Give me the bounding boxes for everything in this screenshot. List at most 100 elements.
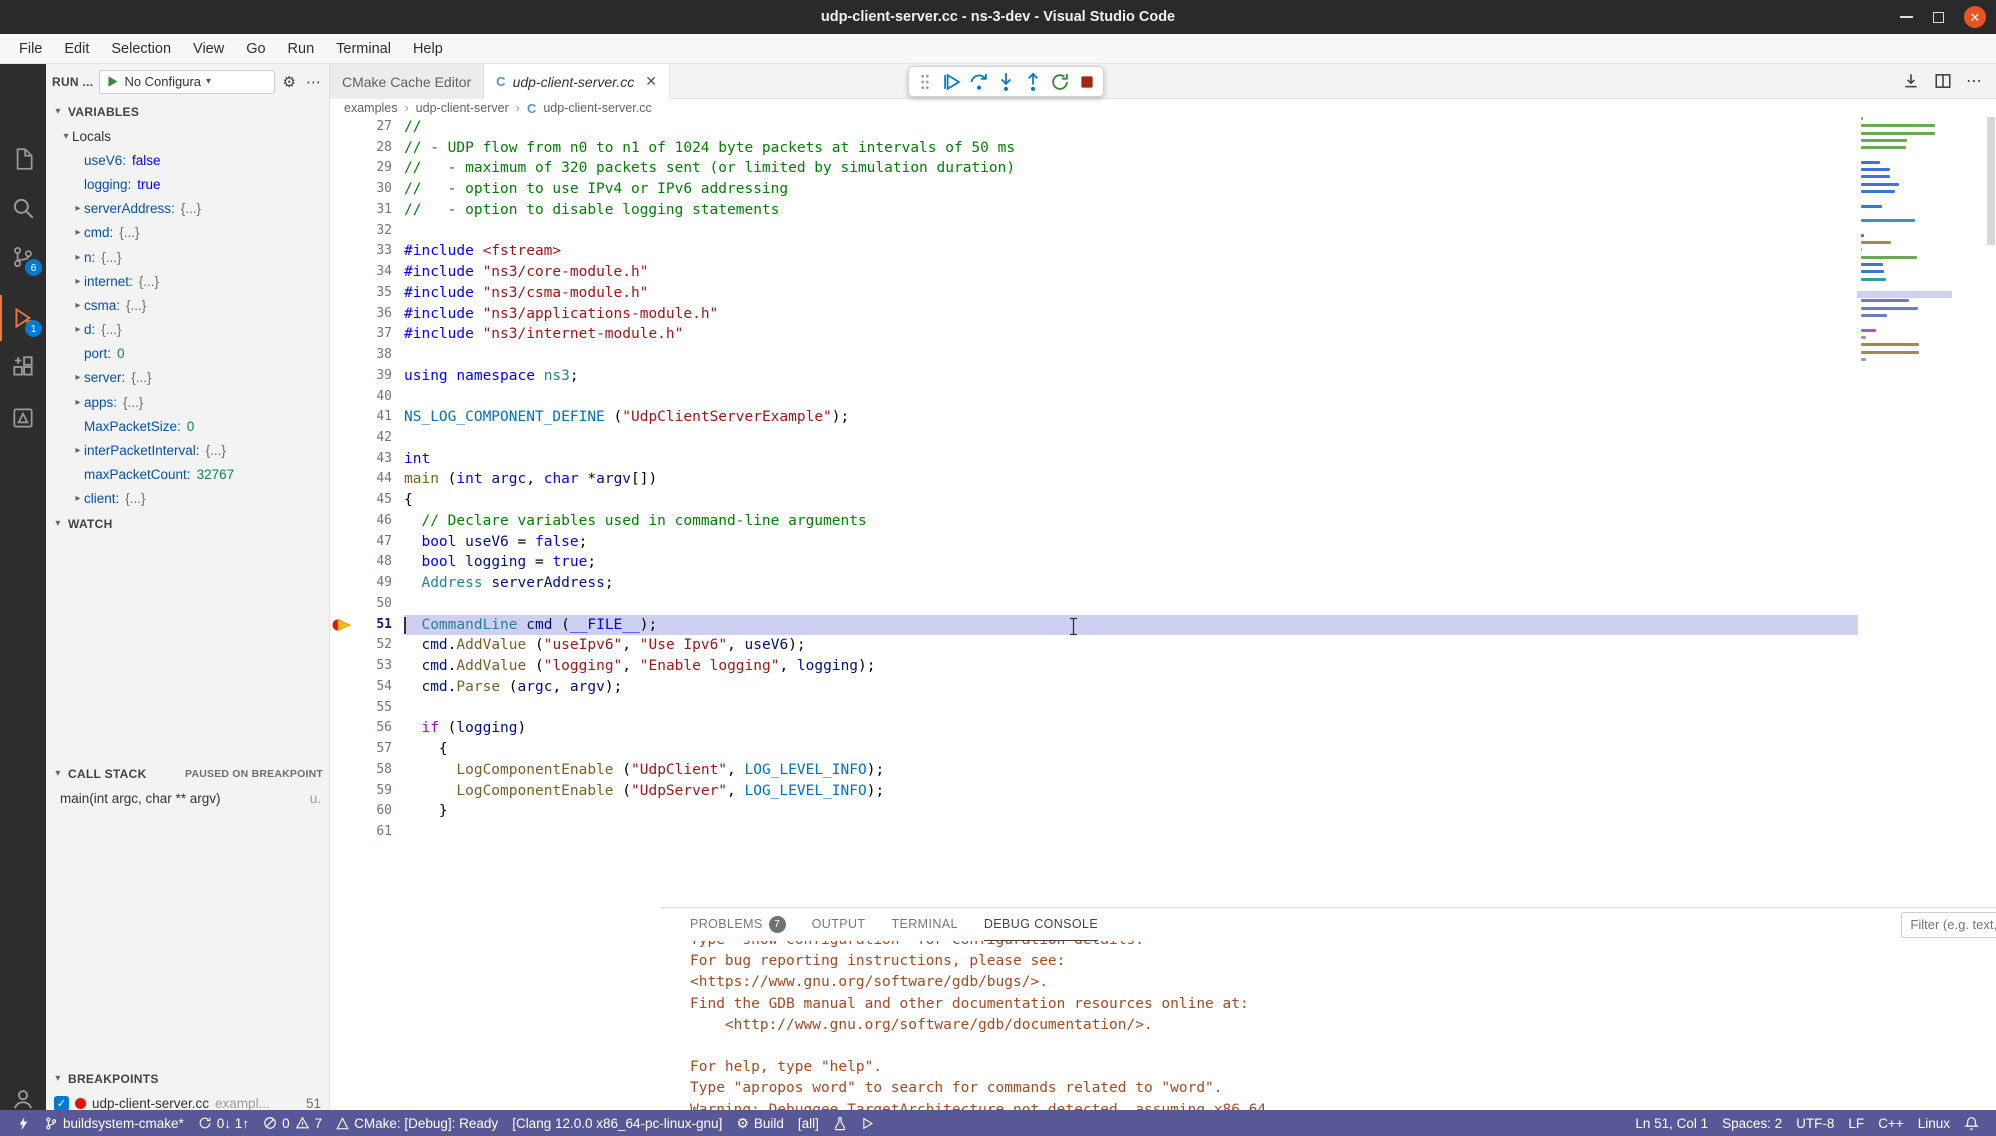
- gutter-glyph-margin[interactable]: [330, 117, 358, 138]
- variable-row[interactable]: ▸csma:{...}: [46, 293, 329, 317]
- gutter-glyph-margin[interactable]: [330, 677, 358, 698]
- gutter-glyph-margin[interactable]: [330, 801, 358, 822]
- line-number[interactable]: 60: [358, 801, 392, 822]
- gutter-glyph-margin[interactable]: [330, 428, 358, 449]
- line-number[interactable]: 61: [358, 822, 392, 843]
- gutter-glyph-margin[interactable]: [330, 324, 358, 345]
- sync-changes-item[interactable]: 0↓ 1↑: [191, 1116, 256, 1131]
- gutter-glyph-margin[interactable]: [330, 179, 358, 200]
- step-into-button[interactable]: [994, 70, 1018, 94]
- line-number[interactable]: 48: [358, 552, 392, 573]
- maximize-button[interactable]: [1933, 12, 1944, 23]
- tab-cmake-cache-editor[interactable]: CMake Cache Editor: [330, 64, 484, 99]
- expand-icon[interactable]: ▸: [72, 252, 84, 263]
- variable-row[interactable]: ▸interPacketInterval:{...}: [46, 438, 329, 462]
- cmake-kit-item[interactable]: [Clang 12.0.0 x86_64-pc-linux-gnu]: [505, 1116, 729, 1131]
- more-actions-icon[interactable]: ⋯: [304, 73, 323, 91]
- gutter-glyph-margin[interactable]: [330, 656, 358, 677]
- gutter-glyph-margin[interactable]: [330, 241, 358, 262]
- line-number[interactable]: 42: [358, 428, 392, 449]
- expand-icon[interactable]: ▸: [72, 324, 84, 335]
- gutter-glyph-margin[interactable]: [330, 449, 358, 470]
- code-line[interactable]: 57 {: [330, 739, 1996, 760]
- code-line[interactable]: 43int: [330, 449, 1996, 470]
- eol-item[interactable]: LF: [1841, 1116, 1871, 1131]
- gutter-glyph-margin[interactable]: [330, 366, 358, 387]
- expand-icon[interactable]: ▸: [72, 445, 84, 456]
- expand-icon[interactable]: ▸: [72, 203, 84, 214]
- variable-row[interactable]: logging:true: [46, 172, 329, 196]
- line-number[interactable]: 37: [358, 324, 392, 345]
- gutter-glyph-margin[interactable]: [330, 718, 358, 739]
- console-filter-input[interactable]: [1901, 912, 1996, 938]
- code-line[interactable]: 46 // Declare variables used in command-…: [330, 511, 1996, 532]
- line-number[interactable]: 47: [358, 532, 392, 553]
- encoding-item[interactable]: UTF-8: [1789, 1116, 1841, 1131]
- code-line[interactable]: 35#include "ns3/csma-module.h": [330, 283, 1996, 304]
- menu-selection[interactable]: Selection: [100, 37, 182, 61]
- minimize-button[interactable]: [1900, 16, 1913, 18]
- variable-row[interactable]: maxPacketCount:32767: [46, 463, 329, 487]
- gutter-glyph-margin[interactable]: [330, 407, 358, 428]
- code-line[interactable]: 37#include "ns3/internet-module.h": [330, 324, 1996, 345]
- line-number[interactable]: 40: [358, 387, 392, 408]
- breakpoints-section-header[interactable]: ▾ BREAKPOINTS: [46, 1066, 329, 1091]
- line-number[interactable]: 57: [358, 739, 392, 760]
- code-line[interactable]: 33#include <fstream>: [330, 241, 1996, 262]
- menu-edit[interactable]: Edit: [53, 37, 100, 61]
- code-line[interactable]: 51 CommandLine cmd (__FILE__);: [330, 615, 1996, 636]
- gutter-glyph-margin[interactable]: [330, 552, 358, 573]
- close-button[interactable]: ✕: [1964, 6, 1986, 28]
- breadcrumb-examples[interactable]: examples: [344, 101, 398, 115]
- gutter-glyph-margin[interactable]: [330, 511, 358, 532]
- code-line[interactable]: 39using namespace ns3;: [330, 366, 1996, 387]
- code-line[interactable]: 49 Address serverAddress;: [330, 573, 1996, 594]
- expand-icon[interactable]: ▸: [72, 493, 84, 504]
- line-number[interactable]: 44: [358, 469, 392, 490]
- line-number[interactable]: 29: [358, 158, 392, 179]
- gutter-glyph-margin[interactable]: [330, 822, 358, 843]
- code-line[interactable]: 27//: [330, 117, 1996, 138]
- code-line[interactable]: 58 LogComponentEnable ("UdpClient", LOG_…: [330, 760, 1996, 781]
- gutter-glyph-margin[interactable]: [330, 221, 358, 242]
- locals-scope-row[interactable]: ▾ Locals: [46, 124, 329, 148]
- gutter-glyph-margin[interactable]: [330, 490, 358, 511]
- variable-row[interactable]: ▸serverAddress:{...}: [46, 197, 329, 221]
- restart-button[interactable]: [1048, 70, 1072, 94]
- gutter-glyph-margin[interactable]: [330, 469, 358, 490]
- expand-icon[interactable]: ▸: [72, 397, 84, 408]
- line-number[interactable]: 28: [358, 138, 392, 159]
- gutter-glyph-margin[interactable]: [330, 698, 358, 719]
- code-line[interactable]: 45{: [330, 490, 1996, 511]
- variable-row[interactable]: ▸server:{...}: [46, 366, 329, 390]
- build-target-item[interactable]: [all]: [791, 1116, 826, 1131]
- gutter-glyph-margin[interactable]: [330, 532, 358, 553]
- line-number[interactable]: 56: [358, 718, 392, 739]
- line-number[interactable]: 46: [358, 511, 392, 532]
- scrollbar-thumb[interactable]: [1987, 117, 1995, 245]
- toolbar-drag-handle[interactable]: [913, 70, 937, 94]
- ctest-item[interactable]: [826, 1116, 854, 1131]
- code-line[interactable]: 31// - option to disable logging stateme…: [330, 200, 1996, 221]
- gutter-glyph-margin[interactable]: [330, 158, 358, 179]
- tab-problems[interactable]: PROBLEMS 7: [690, 908, 786, 941]
- breakpoint-checkbox[interactable]: ✓: [54, 1096, 69, 1111]
- code-line[interactable]: 56 if (logging): [330, 718, 1996, 739]
- line-number[interactable]: 49: [358, 573, 392, 594]
- menu-go[interactable]: Go: [235, 37, 276, 61]
- expand-icon[interactable]: ▸: [72, 227, 84, 238]
- gutter-glyph-margin[interactable]: [330, 739, 358, 760]
- indentation-item[interactable]: Spaces: 2: [1715, 1116, 1789, 1131]
- variable-row[interactable]: ▸n:{...}: [46, 245, 329, 269]
- explorer-icon[interactable]: [0, 136, 46, 182]
- line-number[interactable]: 45: [358, 490, 392, 511]
- problems-status-item[interactable]: 0 7: [256, 1116, 329, 1131]
- close-tab-icon[interactable]: ✕: [645, 73, 657, 90]
- code-line[interactable]: 40: [330, 387, 1996, 408]
- line-number[interactable]: 31: [358, 200, 392, 221]
- cmake-build-item[interactable]: ⚙ Build: [729, 1115, 791, 1132]
- code-line[interactable]: 42: [330, 428, 1996, 449]
- step-over-button[interactable]: [967, 70, 991, 94]
- debug-settings-gear-icon[interactable]: ⚙: [281, 73, 298, 91]
- line-number[interactable]: 36: [358, 304, 392, 325]
